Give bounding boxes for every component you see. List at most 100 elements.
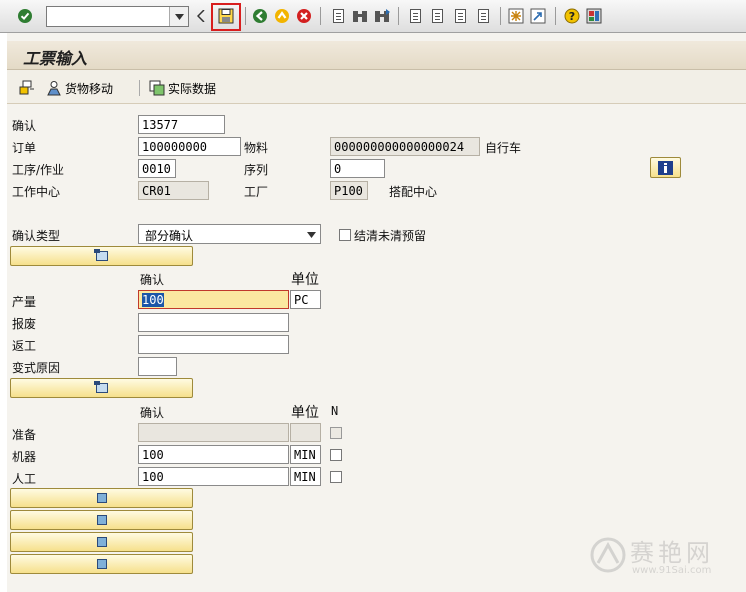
expand-icon xyxy=(93,381,108,393)
yield-unit-field[interactable]: PC xyxy=(290,290,321,309)
application-toolbar: 货物移动 实际数据 xyxy=(7,70,746,104)
material-label: 物料 xyxy=(244,141,269,155)
yield-value: 100 xyxy=(142,293,164,307)
rework-field[interactable] xyxy=(138,335,289,354)
command-dropdown-button[interactable] xyxy=(169,7,188,26)
machine-unit-field[interactable]: MIN xyxy=(290,445,321,464)
command-field[interactable] xyxy=(47,7,169,26)
work-center-field: CR01 xyxy=(138,181,209,200)
section-icon xyxy=(96,493,107,503)
clear-reservations-checkbox[interactable] xyxy=(339,229,351,241)
material-field: 000000000000000024 xyxy=(330,137,480,156)
operation-label: 工序/作业 xyxy=(12,163,65,177)
confirmation-type-select[interactable]: 部分确认 xyxy=(138,224,321,244)
expand-quantities-button[interactable] xyxy=(10,246,193,266)
quantity-unit-header: 单位 xyxy=(291,272,319,288)
activity-n-header: N xyxy=(331,404,339,418)
confirmation-field[interactable]: 13577 xyxy=(138,115,225,134)
section-button[interactable] xyxy=(10,554,193,574)
separator xyxy=(245,7,246,25)
new-session-icon[interactable] xyxy=(507,7,525,25)
left-frame xyxy=(0,33,7,592)
labor-final-checkbox[interactable] xyxy=(330,471,342,483)
separator xyxy=(500,7,501,25)
shortcut-icon[interactable] xyxy=(529,7,547,25)
actual-data-icon xyxy=(149,80,165,96)
setup-field xyxy=(138,423,289,442)
exit-icon[interactable] xyxy=(273,7,291,25)
save-icon[interactable] xyxy=(217,7,235,25)
person-icon xyxy=(47,81,61,96)
overview-icon[interactable] xyxy=(19,80,37,96)
separator xyxy=(398,7,399,25)
system-toolbar: ? xyxy=(0,0,746,33)
info-icon xyxy=(658,160,673,175)
separator xyxy=(555,7,556,25)
watermark: 赛艳网 www.91Sai.com xyxy=(590,533,740,583)
layout-icon[interactable] xyxy=(585,7,603,25)
machine-field[interactable]: 100 xyxy=(138,445,289,464)
order-field[interactable]: 100000000 xyxy=(138,137,241,156)
machine-label: 机器 xyxy=(12,450,37,464)
first-page-icon[interactable] xyxy=(406,7,424,25)
setup-label: 准备 xyxy=(12,428,37,442)
page-title: 工票输入 xyxy=(23,49,88,68)
enter-icon[interactable] xyxy=(16,7,34,25)
section-icon xyxy=(96,559,107,569)
material-description: 自行车 xyxy=(485,141,522,155)
scrap-label: 报废 xyxy=(12,317,37,331)
operation-field[interactable]: 0010 xyxy=(138,159,176,178)
next-page-icon[interactable] xyxy=(451,7,469,25)
confirmation-type-value: 部分确认 xyxy=(145,229,194,243)
yield-label: 产量 xyxy=(12,295,37,309)
activity-unit-header: 单位 xyxy=(291,405,319,421)
print-icon[interactable] xyxy=(329,7,347,25)
svg-text:?: ? xyxy=(569,10,575,23)
prev-page-icon[interactable] xyxy=(428,7,446,25)
chevron-down-icon xyxy=(174,13,184,20)
section-button[interactable] xyxy=(10,532,193,552)
help-icon[interactable]: ? xyxy=(563,7,581,25)
labor-label: 人工 xyxy=(12,472,37,486)
quantity-confirm-header: 确认 xyxy=(140,273,165,287)
machine-final-checkbox[interactable] xyxy=(330,449,342,461)
setup-unit-field xyxy=(290,423,321,442)
section-icon xyxy=(96,537,107,547)
setup-final-checkbox xyxy=(330,427,342,439)
section-icon xyxy=(96,515,107,525)
section-button[interactable] xyxy=(10,488,193,508)
expand-activities-button[interactable] xyxy=(10,378,193,398)
separator xyxy=(139,80,140,96)
cancel-icon[interactable] xyxy=(295,7,313,25)
expand-icon xyxy=(93,249,108,261)
plant-description: 搭配中心 xyxy=(389,185,438,199)
plant-label: 工厂 xyxy=(244,185,269,199)
chevron-down-icon xyxy=(307,232,316,238)
clear-reservations-label: 结清未清预留 xyxy=(354,229,427,243)
variance-reason-field[interactable] xyxy=(138,357,177,376)
labor-field[interactable]: 100 xyxy=(138,467,289,486)
info-button[interactable] xyxy=(650,157,681,178)
work-center-label: 工作中心 xyxy=(12,185,61,199)
yield-field[interactable]: 100 xyxy=(138,290,289,309)
activity-confirm-header: 确认 xyxy=(140,406,165,420)
back-icon[interactable] xyxy=(251,7,269,25)
separator xyxy=(320,7,321,25)
collapse-command-icon[interactable] xyxy=(195,7,207,25)
plant-field: P100 xyxy=(330,181,368,200)
find-next-icon[interactable] xyxy=(373,7,391,25)
rework-label: 返工 xyxy=(12,339,37,353)
actual-data-button[interactable]: 实际数据 xyxy=(149,78,216,98)
actual-data-label: 实际数据 xyxy=(168,81,217,96)
variance-reason-label: 变式原因 xyxy=(12,361,61,375)
last-page-icon[interactable] xyxy=(474,7,492,25)
labor-unit-field[interactable]: MIN xyxy=(290,467,321,486)
sequence-field[interactable]: 0 xyxy=(330,159,385,178)
section-button[interactable] xyxy=(10,510,193,530)
scrap-field[interactable] xyxy=(138,313,289,332)
goods-movement-button[interactable]: 货物移动 xyxy=(46,78,113,98)
watermark-text: 赛艳网 xyxy=(630,539,714,567)
title-bar: 工票输入 xyxy=(7,41,746,70)
find-icon[interactable] xyxy=(351,7,369,25)
watermark-logo-icon xyxy=(590,537,626,573)
